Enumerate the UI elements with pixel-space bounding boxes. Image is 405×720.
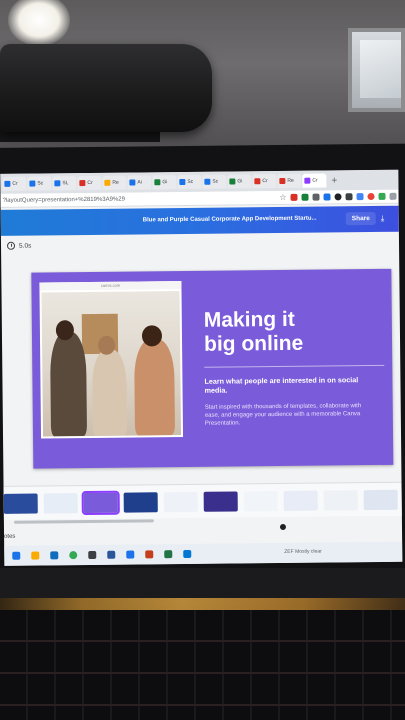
clock-icon bbox=[6, 241, 16, 250]
browser-tab[interactable]: Gi bbox=[152, 175, 177, 190]
person-right bbox=[134, 339, 176, 436]
slide-thumbnail[interactable] bbox=[283, 490, 318, 511]
person-middle-head bbox=[97, 335, 116, 355]
webcam bbox=[0, 44, 212, 132]
slide-thumbnail[interactable] bbox=[3, 493, 38, 514]
star-icon bbox=[104, 179, 111, 186]
slide-thumbnail-selected[interactable] bbox=[81, 490, 120, 515]
browser-tab[interactable]: Sc bbox=[202, 174, 227, 189]
extension-icon[interactable] bbox=[378, 192, 386, 200]
extension-icon[interactable] bbox=[301, 193, 309, 201]
slide-subtitle[interactable]: Learn what people are interested in on s… bbox=[204, 375, 364, 395]
notes-label[interactable]: otes bbox=[4, 534, 15, 540]
extension-icon[interactable] bbox=[356, 193, 364, 201]
monitor-bezel bbox=[0, 568, 405, 598]
url-text[interactable]: ?layoutQuery=presentation+%2819%3A9%29 bbox=[3, 196, 125, 203]
youtube-icon bbox=[79, 180, 86, 187]
browser-tab[interactable]: Cr bbox=[77, 175, 102, 191]
slide-title[interactable]: Making it big online bbox=[204, 308, 304, 357]
taskbar: ZEF Mostly clear bbox=[4, 541, 403, 566]
extension-icon[interactable] bbox=[312, 193, 320, 201]
edge-icon[interactable] bbox=[183, 549, 192, 559]
slide-body-text[interactable]: Start inspired with thousands of templat… bbox=[205, 402, 375, 428]
excel-icon[interactable] bbox=[164, 550, 173, 559]
person-left-head bbox=[55, 320, 75, 341]
browser-tab[interactable]: Sc bbox=[177, 174, 202, 190]
extension-icon[interactable] bbox=[389, 192, 397, 200]
browser-tab[interactable]: Gi bbox=[227, 174, 252, 189]
slide-thumbnail[interactable] bbox=[163, 491, 198, 512]
slide-timer[interactable]: 5.0s bbox=[6, 241, 32, 250]
document-title[interactable]: Blue and Purple Casual Corporate App Dev… bbox=[143, 216, 317, 224]
doc-icon bbox=[179, 178, 186, 186]
ceiling-light bbox=[8, 0, 70, 46]
new-tab-button[interactable]: + bbox=[331, 175, 337, 186]
slide-divider bbox=[204, 364, 385, 368]
slide-thumbnail[interactable] bbox=[243, 490, 278, 511]
browser-tab[interactable]: SL bbox=[52, 176, 77, 191]
doc-icon bbox=[29, 180, 36, 187]
bookmark-star-icon[interactable]: ☆ bbox=[279, 193, 286, 202]
address-bar[interactable]: ?layoutQuery=presentation+%2819%3A9%29 ☆ bbox=[0, 189, 399, 208]
doc-icon bbox=[204, 178, 211, 185]
share-button[interactable]: Share bbox=[345, 211, 376, 226]
file-explorer-icon[interactable] bbox=[31, 551, 40, 560]
doc-icon bbox=[54, 180, 61, 187]
photo-frame[interactable]: canva.com bbox=[39, 281, 184, 439]
doc-icon bbox=[229, 178, 236, 185]
word-icon[interactable] bbox=[107, 550, 116, 559]
extension-icon[interactable] bbox=[323, 193, 331, 201]
extensions-row: ☆ bbox=[279, 192, 397, 202]
download-icon[interactable]: ⤓ bbox=[381, 214, 389, 224]
slide-thumbnail[interactable] bbox=[203, 490, 238, 512]
browser-tab[interactable]: Cr bbox=[2, 176, 27, 191]
playback-position-dot[interactable] bbox=[279, 523, 287, 531]
extension-icon[interactable] bbox=[334, 193, 342, 201]
doc-icon bbox=[304, 177, 311, 184]
slide-thumbnail[interactable] bbox=[43, 492, 78, 513]
filmstrip-scrollbar[interactable] bbox=[13, 519, 154, 524]
person-left bbox=[49, 332, 88, 437]
browser-tab[interactable]: Sc bbox=[27, 176, 52, 191]
timer-value: 5.0s bbox=[18, 242, 32, 250]
keyboard-backlight bbox=[0, 598, 405, 610]
youtube-icon bbox=[279, 177, 286, 184]
keyboard bbox=[0, 610, 405, 720]
key-row bbox=[0, 704, 405, 706]
chrome-icon[interactable] bbox=[69, 551, 78, 560]
browser-tab-active[interactable]: Cr bbox=[302, 173, 327, 188]
app-icon[interactable] bbox=[126, 550, 135, 559]
slide-thumbnail[interactable] bbox=[123, 491, 158, 513]
doc-icon bbox=[4, 180, 11, 187]
powerpoint-icon[interactable] bbox=[145, 550, 154, 559]
people-photo bbox=[41, 291, 182, 437]
slide-filmstrip bbox=[3, 481, 402, 520]
app-icon[interactable] bbox=[88, 550, 97, 560]
weather-widget[interactable]: ZEF Mostly clear bbox=[284, 549, 322, 555]
window bbox=[348, 28, 405, 112]
windows-start-icon[interactable] bbox=[12, 551, 21, 560]
photo-caption: canva.com bbox=[39, 281, 182, 291]
browser-tab[interactable]: Re bbox=[277, 173, 302, 189]
slide-canvas[interactable]: canva.com Making it big online Learn wha… bbox=[31, 268, 394, 469]
extension-icon[interactable] bbox=[367, 192, 375, 201]
person-right-head bbox=[141, 325, 163, 347]
extension-icon[interactable] bbox=[290, 193, 298, 201]
monitor: Cr Sc SL Cr Re Ai Gi Sc Sc Gi Cr Re Cr +… bbox=[0, 143, 405, 608]
slide-thumbnail[interactable] bbox=[363, 489, 398, 510]
mail-icon[interactable] bbox=[50, 551, 59, 560]
browser-tab[interactable]: Re bbox=[102, 175, 127, 190]
key-row bbox=[0, 672, 405, 674]
extension-icon[interactable] bbox=[345, 193, 353, 201]
person-middle bbox=[92, 349, 128, 436]
slide-thumbnail[interactable] bbox=[323, 489, 358, 511]
canva-header: Blue and Purple Casual Corporate App Dev… bbox=[0, 205, 399, 236]
browser-tab[interactable]: Ai bbox=[127, 175, 152, 190]
key-row bbox=[0, 640, 405, 642]
doc-icon bbox=[129, 179, 136, 186]
doc-icon bbox=[154, 179, 161, 186]
screen: Cr Sc SL Cr Re Ai Gi Sc Sc Gi Cr Re Cr +… bbox=[0, 169, 403, 566]
youtube-icon bbox=[254, 178, 261, 185]
browser-tab[interactable]: Cr bbox=[252, 174, 277, 189]
